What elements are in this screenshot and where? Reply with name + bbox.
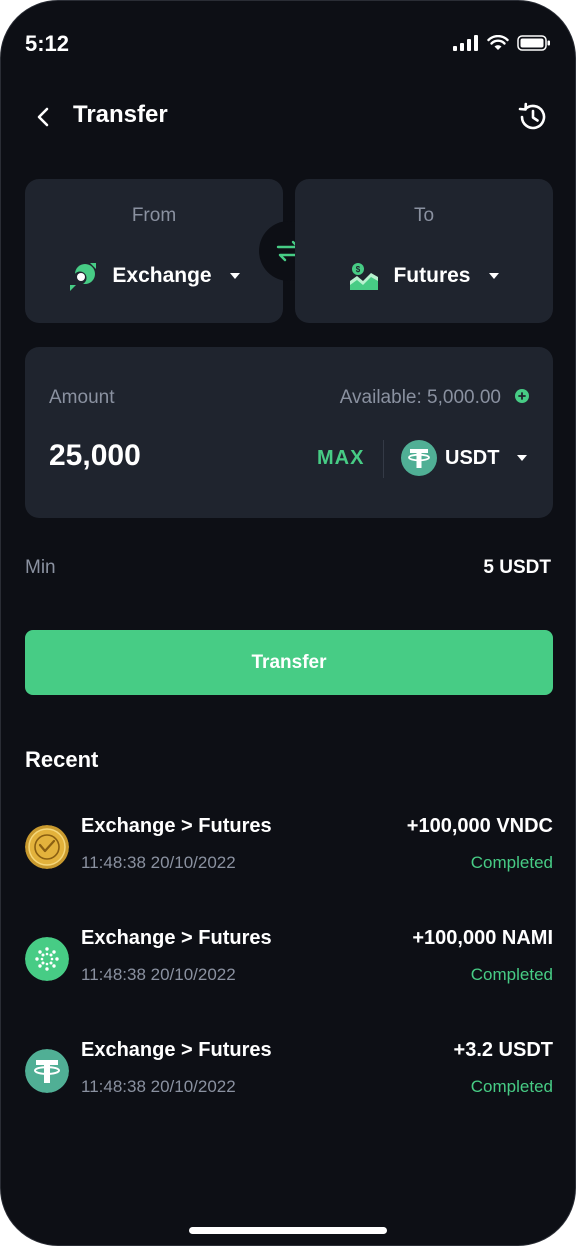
transaction-amount: +3.2 USDT	[453, 1039, 553, 1061]
exchange-wallet-icon	[70, 263, 97, 291]
to-caption: To	[413, 205, 435, 226]
phone-screen: 5:12 Transfer From Exchange To $ Futures…	[0, 0, 576, 1246]
status-icons	[453, 35, 551, 51]
transaction-status: Completed	[470, 1077, 553, 1096]
transaction-amount: +100,000 NAMI	[412, 927, 553, 949]
chevron-down-icon	[517, 455, 528, 461]
svg-text:$: $	[356, 265, 361, 274]
coin-label: USDT	[445, 446, 500, 469]
to-wallet-select[interactable]: $ Futures	[295, 261, 553, 291]
min-label: Min	[25, 557, 56, 578]
to-wallet-card[interactable]: To $ Futures	[295, 179, 553, 323]
recent-title: Recent	[25, 747, 99, 772]
available-balance: Available: 5,000.00	[339, 387, 501, 408]
chevron-left-icon	[37, 107, 49, 127]
status-time: 5:12	[25, 31, 70, 56]
futures-wallet-icon: $	[350, 263, 379, 290]
to-wallet-label: Futures	[393, 264, 471, 287]
transaction-status: Completed	[470, 965, 553, 984]
amount-label: Amount	[49, 387, 115, 408]
deposit-plus-button[interactable]	[515, 389, 529, 403]
plus-icon	[518, 392, 526, 400]
wifi-icon	[487, 35, 509, 50]
signal-icon	[453, 35, 478, 51]
page-title: Transfer	[73, 101, 168, 128]
usdt-coin-icon	[25, 1049, 69, 1093]
back-button[interactable]	[29, 101, 57, 133]
amount-card: Amount Available: 5,000.00 MAX USDT	[25, 347, 553, 518]
from-wallet-label: Exchange	[112, 264, 212, 287]
battery-icon	[517, 35, 550, 51]
transaction-row[interactable]: Exchange > Futures 11:48:38 20/10/2022 +…	[25, 815, 553, 895]
transaction-amount: +100,000 VNDC	[406, 815, 553, 837]
max-button[interactable]: MAX	[317, 447, 364, 470]
transaction-time: 11:48:38 20/10/2022	[81, 965, 236, 984]
chevron-down-icon	[229, 273, 240, 279]
transaction-row[interactable]: Exchange > Futures 11:48:38 20/10/2022 +…	[25, 1039, 553, 1119]
usdt-coin-icon	[401, 440, 437, 476]
divider	[383, 440, 384, 478]
from-wallet-select[interactable]: Exchange	[25, 261, 283, 291]
transfer-button[interactable]: Transfer	[25, 630, 553, 695]
transaction-title: Exchange > Futures	[81, 927, 272, 949]
from-wallet-card[interactable]: From Exchange	[25, 179, 283, 323]
transaction-title: Exchange > Futures	[81, 815, 272, 837]
transaction-title: Exchange > Futures	[81, 1039, 272, 1061]
amount-input[interactable]	[49, 439, 269, 473]
transaction-time: 11:48:38 20/10/2022	[81, 1077, 236, 1096]
from-caption: From	[131, 205, 177, 226]
history-icon	[518, 102, 546, 130]
history-button[interactable]	[515, 99, 551, 135]
min-value: 5 USDT	[483, 557, 551, 578]
transaction-row[interactable]: Exchange > Futures 11:48:38 20/10/2022 +…	[25, 927, 553, 1007]
transaction-status: Completed	[470, 853, 553, 872]
home-indicator[interactable]	[189, 1227, 387, 1234]
transaction-time: 11:48:38 20/10/2022	[81, 853, 236, 872]
chevron-down-icon	[488, 273, 499, 279]
coin-select[interactable]: USDT	[401, 440, 528, 476]
vndc-coin-icon	[25, 825, 69, 869]
nami-coin-icon	[25, 937, 69, 981]
